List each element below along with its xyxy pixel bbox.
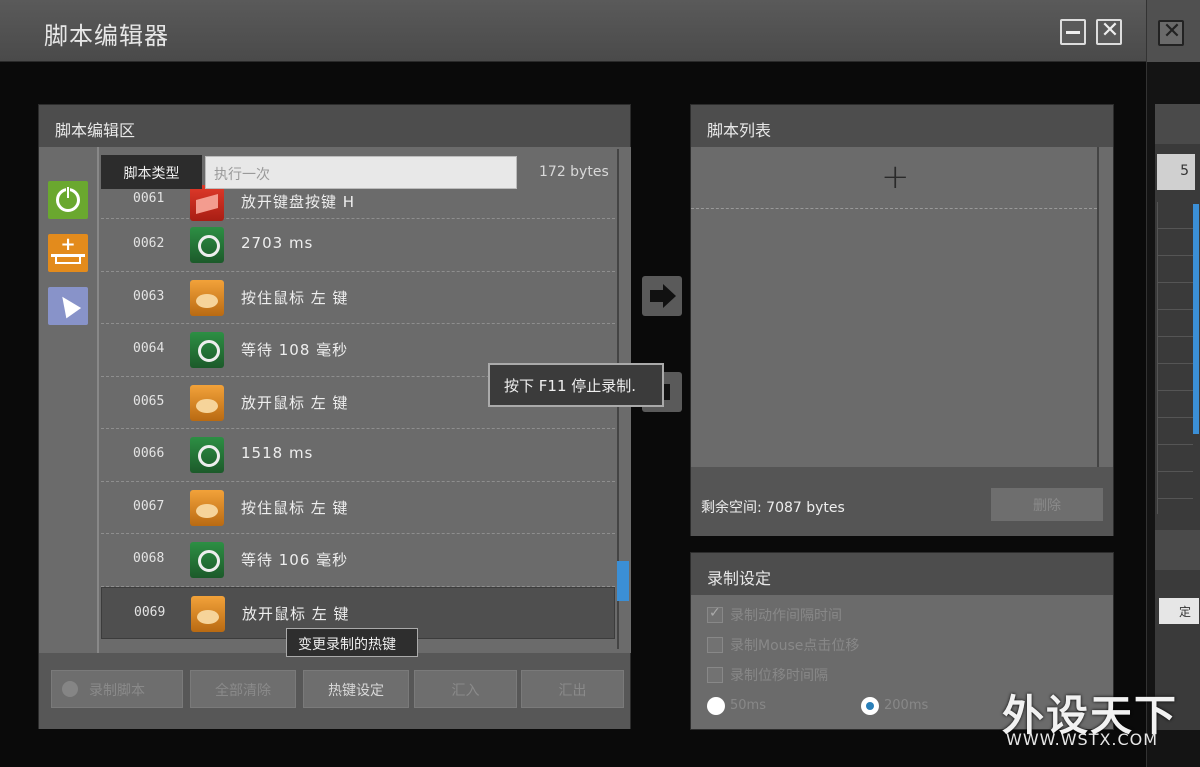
hotkey-settings-button[interactable]: 热键设定 xyxy=(303,670,409,708)
row-number: 0063 xyxy=(133,288,165,304)
background-close-button[interactable]: ✕ xyxy=(1158,19,1184,46)
insert-icon[interactable]: + xyxy=(48,234,88,272)
script-type-label: 脚本类型 xyxy=(101,155,202,189)
close-icon: ✕ xyxy=(1100,18,1120,43)
checkbox-label: 录制Mouse点击位移 xyxy=(730,638,860,654)
table-row[interactable]: 0061 放开键盘按键 H xyxy=(101,185,615,221)
action-rows: 0061 放开键盘按键 H 0062 2703 ms 0063 按住鼠标 左 键… xyxy=(101,185,615,639)
background-button[interactable]: 定 xyxy=(1159,598,1199,624)
table-row[interactable]: 0066 1518 ms xyxy=(101,429,615,482)
clock-icon xyxy=(190,437,224,473)
row-number: 0061 xyxy=(133,191,165,206)
plus-icon: + xyxy=(881,157,910,197)
script-list-area: + xyxy=(691,147,1099,467)
background-grid xyxy=(1157,202,1193,514)
script-editor-window: 脚本编辑器 ✕ 脚本编辑区 + 0061 放开键盘按键 H 0062 2703 … xyxy=(0,0,1146,767)
stop-recording-tooltip: 按下 F11 停止录制. xyxy=(488,363,664,407)
row-number: 0062 xyxy=(133,236,165,251)
key-release-icon xyxy=(190,185,224,221)
row-number: 0069 xyxy=(134,604,166,620)
row-action: 按住鼠标 左 键 xyxy=(241,498,349,517)
clear-all-button[interactable]: 全部清除 xyxy=(190,670,296,708)
row-action: 等待 108 毫秒 xyxy=(241,341,349,359)
clock-icon xyxy=(190,332,224,368)
record-script-label: 录制脚本 xyxy=(89,683,145,699)
row-number: 0067 xyxy=(133,498,165,514)
checkbox-label: 录制动作间隔时间 xyxy=(730,608,842,624)
add-script-button[interactable]: + xyxy=(691,147,1097,209)
table-row[interactable]: 0068 等待 106 毫秒 xyxy=(101,534,615,587)
row-action: 2703 ms xyxy=(241,234,314,252)
watermark-url: WWW.WSTX.COM xyxy=(1006,730,1159,749)
row-number: 0066 xyxy=(133,446,165,461)
power-icon[interactable] xyxy=(48,181,88,219)
mouse-release-icon xyxy=(190,384,224,421)
watermark: 外设天下 WWW.WSTX.COM xyxy=(1002,682,1192,752)
mouse-press-icon xyxy=(190,279,224,316)
delete-button[interactable]: 删除 xyxy=(991,488,1103,521)
background-window: ✕ 5 定 xyxy=(1146,0,1200,767)
editor-button-bar: 录制脚本 全部清除 热键设定 汇入 汇出 xyxy=(39,653,630,729)
row-action: 放开鼠标 左 键 xyxy=(242,604,350,623)
row-number: 0064 xyxy=(133,341,165,356)
editor-toolbar: + xyxy=(39,147,99,653)
free-space-label: 剩余空间: 7087 bytes xyxy=(701,500,845,516)
row-number: 0065 xyxy=(133,393,165,409)
row-action: 按住鼠标 左 键 xyxy=(241,288,349,307)
checkbox[interactable] xyxy=(707,667,723,683)
mouse-press-icon xyxy=(190,489,224,526)
title-bar: 脚本编辑器 ✕ xyxy=(0,0,1146,62)
radio-label: 200ms xyxy=(884,698,929,713)
checkbox[interactable] xyxy=(707,637,723,653)
export-button[interactable]: 汇出 xyxy=(521,670,624,708)
script-list-footer: 剩余空间: 7087 bytes 删除 xyxy=(691,467,1113,536)
arrow-right-icon[interactable] xyxy=(642,276,682,316)
window-title: 脚本编辑器 xyxy=(44,22,169,50)
clock-icon xyxy=(190,227,224,263)
cursor-icon[interactable] xyxy=(48,287,88,325)
table-row[interactable]: 0062 2703 ms xyxy=(101,219,615,272)
row-action: 等待 106 毫秒 xyxy=(241,551,349,569)
row-action: 放开鼠标 左 键 xyxy=(241,393,349,412)
script-type-select[interactable]: 执行一次 xyxy=(205,156,517,189)
radio-label: 50ms xyxy=(730,698,766,713)
background-panel-header xyxy=(1155,104,1200,144)
close-button[interactable]: ✕ xyxy=(1096,18,1122,45)
import-button[interactable]: 汇入 xyxy=(414,670,517,708)
minimize-button[interactable] xyxy=(1060,19,1086,45)
row-action: 放开键盘按键 H xyxy=(241,193,356,211)
close-icon: ✕ xyxy=(1162,19,1182,44)
mouse-release-icon xyxy=(191,595,225,632)
table-row[interactable]: 0063 按住鼠标 左 键 xyxy=(101,272,615,324)
scrollbar-thumb[interactable] xyxy=(617,561,629,601)
row-action: 1518 ms xyxy=(241,444,314,462)
record-settings-heading: 录制设定 xyxy=(691,553,1113,595)
script-size: 172 bytes xyxy=(539,164,609,180)
row-number: 0068 xyxy=(133,551,165,566)
script-list-heading: 脚本列表 xyxy=(691,105,1113,147)
script-list-panel: 脚本列表 + 剩余空间: 7087 bytes 删除 xyxy=(690,104,1114,536)
background-number-field[interactable]: 5 xyxy=(1157,154,1195,190)
radio-button[interactable] xyxy=(707,697,725,715)
editor-heading: 脚本编辑区 xyxy=(39,105,630,147)
script-type-bar: 脚本类型 执行一次 172 bytes xyxy=(101,155,617,189)
record-script-button[interactable]: 录制脚本 xyxy=(51,670,183,708)
table-row[interactable]: 0067 按住鼠标 左 键 xyxy=(101,482,615,534)
checkbox-checked[interactable] xyxy=(707,605,723,623)
record-icon xyxy=(62,681,78,697)
hotkey-tooltip: 变更录制的热键 xyxy=(286,628,418,657)
clock-icon xyxy=(190,542,224,578)
background-panel-header-2 xyxy=(1155,530,1200,570)
radio-button-selected[interactable] xyxy=(861,697,879,715)
checkbox-label: 录制位移时间隔 xyxy=(730,668,828,684)
background-scrollbar[interactable] xyxy=(1193,204,1199,434)
